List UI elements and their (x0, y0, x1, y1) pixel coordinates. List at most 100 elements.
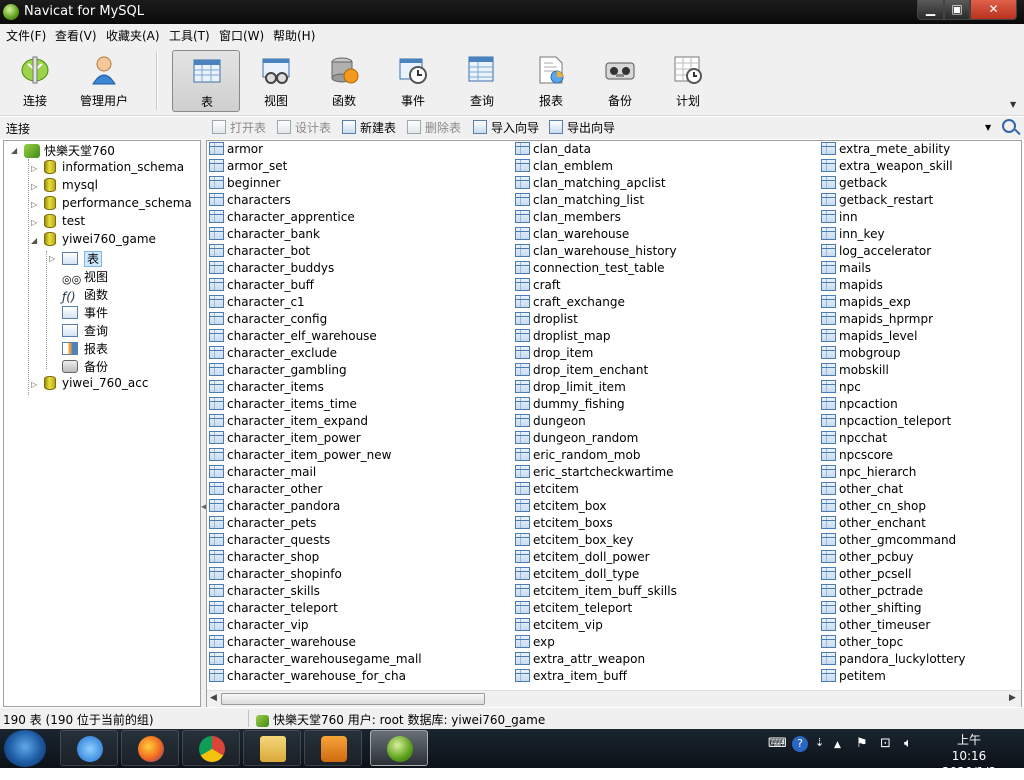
backup-button[interactable]: 备份 (588, 50, 652, 112)
sort-dropdown-icon[interactable]: ▼ (985, 123, 991, 132)
taskbar-firefox[interactable] (121, 730, 179, 766)
table-list-item[interactable]: character_buddys (209, 261, 334, 278)
tree-connection-node[interactable]: ◢ 快樂天堂760 (11, 142, 115, 160)
table-list-item[interactable]: craft_exchange (515, 295, 625, 312)
expand-icon[interactable]: ▷ (31, 218, 37, 227)
system-clock[interactable]: 上午 10:16 2020/1/8 (938, 732, 1000, 780)
tree-db-yiwei760-game[interactable]: ◢ yiwei760_game (31, 232, 156, 250)
table-list-item[interactable]: mails (821, 261, 871, 278)
table-list-item[interactable]: other_chat (821, 482, 903, 499)
table-list-item[interactable]: character_bank (209, 227, 320, 244)
table-list-item[interactable]: droplist_map (515, 329, 611, 346)
report-button[interactable]: 报表 (519, 50, 583, 112)
table-list-item[interactable]: armor (209, 142, 263, 159)
design-table-button[interactable]: 设计表 (277, 119, 331, 137)
expand-icon[interactable]: ▷ (49, 254, 55, 263)
table-list-item[interactable]: clan_warehouse (515, 227, 629, 244)
table-list-item[interactable]: mapids_hprmpr (821, 312, 933, 329)
table-list-item[interactable]: npc (821, 380, 861, 397)
scroll-right-icon[interactable]: ▶ (1009, 693, 1016, 703)
table-list-item[interactable]: clan_emblem (515, 159, 613, 176)
view-button[interactable]: 视图 (244, 50, 308, 112)
table-list-item[interactable]: npcscore (821, 448, 893, 465)
table-list-item[interactable]: etcitem_boxs (515, 516, 613, 533)
menu-favorites[interactable]: 收藏夹(A) (106, 27, 160, 44)
query-button[interactable]: 查询 (450, 50, 514, 112)
table-list-item[interactable]: character_vip (209, 618, 309, 635)
table-list-item[interactable]: etcitem_teleport (515, 601, 632, 618)
table-list-item[interactable]: drop_item_enchant (515, 363, 648, 380)
import-wizard-button[interactable]: 导入向导 (473, 119, 539, 137)
menu-file[interactable]: 文件(F) (6, 27, 46, 44)
table-list-item[interactable]: mapids_level (821, 329, 917, 346)
table-list-item[interactable]: pandora_luckylottery (821, 652, 966, 669)
close-button[interactable]: ✕ (970, 0, 1017, 20)
volume-icon[interactable]: 🔈︎ (904, 736, 912, 751)
table-list-item[interactable]: clan_matching_list (515, 193, 644, 210)
table-list-item[interactable]: etcitem_box (515, 499, 607, 516)
table-list-item[interactable]: etcitem_doll_type (515, 567, 639, 584)
table-list-item[interactable]: craft (515, 278, 561, 295)
table-list-item[interactable]: characters (209, 193, 291, 210)
language-bar-icon[interactable]: ⇣ (815, 736, 824, 749)
toolbar-overflow-icon[interactable]: ▼ (1010, 100, 1016, 109)
collapse-icon[interactable]: ◢ (11, 146, 17, 155)
table-list-item[interactable]: other_timeuser (821, 618, 930, 635)
table-list-item[interactable]: other_pcbuy (821, 550, 914, 567)
table-list-item[interactable]: extra_mete_ability (821, 142, 950, 159)
help-icon[interactable]: ? (792, 736, 808, 752)
function-button[interactable]: 函数 (312, 50, 376, 112)
table-list-item[interactable]: connection_test_table (515, 261, 665, 278)
table-list-item[interactable]: dummy_fishing (515, 397, 625, 414)
table-list-item[interactable]: npc_hierarch (821, 465, 916, 482)
table-list-item[interactable]: character_pandora (209, 499, 340, 516)
table-list-item[interactable]: beginner (209, 176, 280, 193)
maximize-button[interactable]: ▣ (944, 0, 970, 20)
tree-db-performance-schema[interactable]: ▷ performance_schema (31, 196, 192, 214)
table-list-item[interactable]: extra_attr_weapon (515, 652, 645, 669)
table-list-item[interactable]: other_gmcommand (821, 533, 956, 550)
table-list-item[interactable]: character_bot (209, 244, 310, 261)
table-list-item[interactable]: inn_key (821, 227, 885, 244)
table-list-item[interactable]: character_mail (209, 465, 316, 482)
table-list-item[interactable]: mapids_exp (821, 295, 911, 312)
table-list-item[interactable]: eric_startcheckwartime (515, 465, 674, 482)
table-list-item[interactable]: character_item_power_new (209, 448, 391, 465)
table-list-item[interactable]: etcitem_box_key (515, 533, 634, 550)
collapse-icon[interactable]: ◢ (31, 236, 37, 245)
table-list-item[interactable]: dungeon_random (515, 431, 638, 448)
table-list-item[interactable]: extra_weapon_skill (821, 159, 953, 176)
show-hidden-icons[interactable]: ▲ (834, 740, 841, 750)
delete-table-button[interactable]: 删除表 (407, 119, 461, 137)
export-wizard-button[interactable]: 导出向导 (549, 119, 615, 137)
table-list-item[interactable]: etcitem_vip (515, 618, 603, 635)
tree-db-yiwei-760-acc[interactable]: ▷ yiwei_760_acc (31, 376, 148, 394)
table-list-item[interactable]: etcitem_item_buff_skills (515, 584, 677, 601)
table-list-item[interactable]: exp (515, 635, 555, 652)
tree-db-information-schema[interactable]: ▷ information_schema (31, 160, 184, 178)
scroll-left-icon[interactable]: ◀ (210, 693, 217, 703)
table-list-item[interactable]: drop_limit_item (515, 380, 626, 397)
table-list-item[interactable]: dungeon (515, 414, 586, 431)
menu-help[interactable]: 帮助(H) (273, 27, 315, 44)
scrollbar-thumb[interactable] (221, 693, 485, 705)
tree-db-mysql[interactable]: ▷ mysql (31, 178, 98, 196)
tree-node-functions[interactable]: ƒ() 函数 (62, 286, 108, 304)
table-list-item[interactable]: droplist (515, 312, 578, 329)
table-list-item[interactable]: character_warehouse (209, 635, 356, 652)
table-list-item[interactable]: character_shopinfo (209, 567, 342, 584)
table-list-item[interactable]: armor_set (209, 159, 287, 176)
table-list-item[interactable]: log_accelerator (821, 244, 931, 261)
tree-node-events[interactable]: 事件 (62, 304, 108, 322)
taskbar-navicat[interactable] (370, 730, 428, 766)
table-list-item[interactable]: character_teleport (209, 601, 338, 618)
table-button[interactable]: 表 (172, 50, 240, 112)
table-list-item[interactable]: getback (821, 176, 887, 193)
table-list-item[interactable]: extra_item_buff (515, 669, 627, 686)
menu-view[interactable]: 查看(V) (55, 27, 97, 44)
table-list-item[interactable]: character_shop (209, 550, 319, 567)
tree-node-backups[interactable]: 备份 (62, 358, 108, 376)
table-list-item[interactable]: other_pctrade (821, 584, 923, 601)
table-list-item[interactable]: clan_members (515, 210, 621, 227)
open-table-button[interactable]: 打开表 (212, 119, 266, 137)
